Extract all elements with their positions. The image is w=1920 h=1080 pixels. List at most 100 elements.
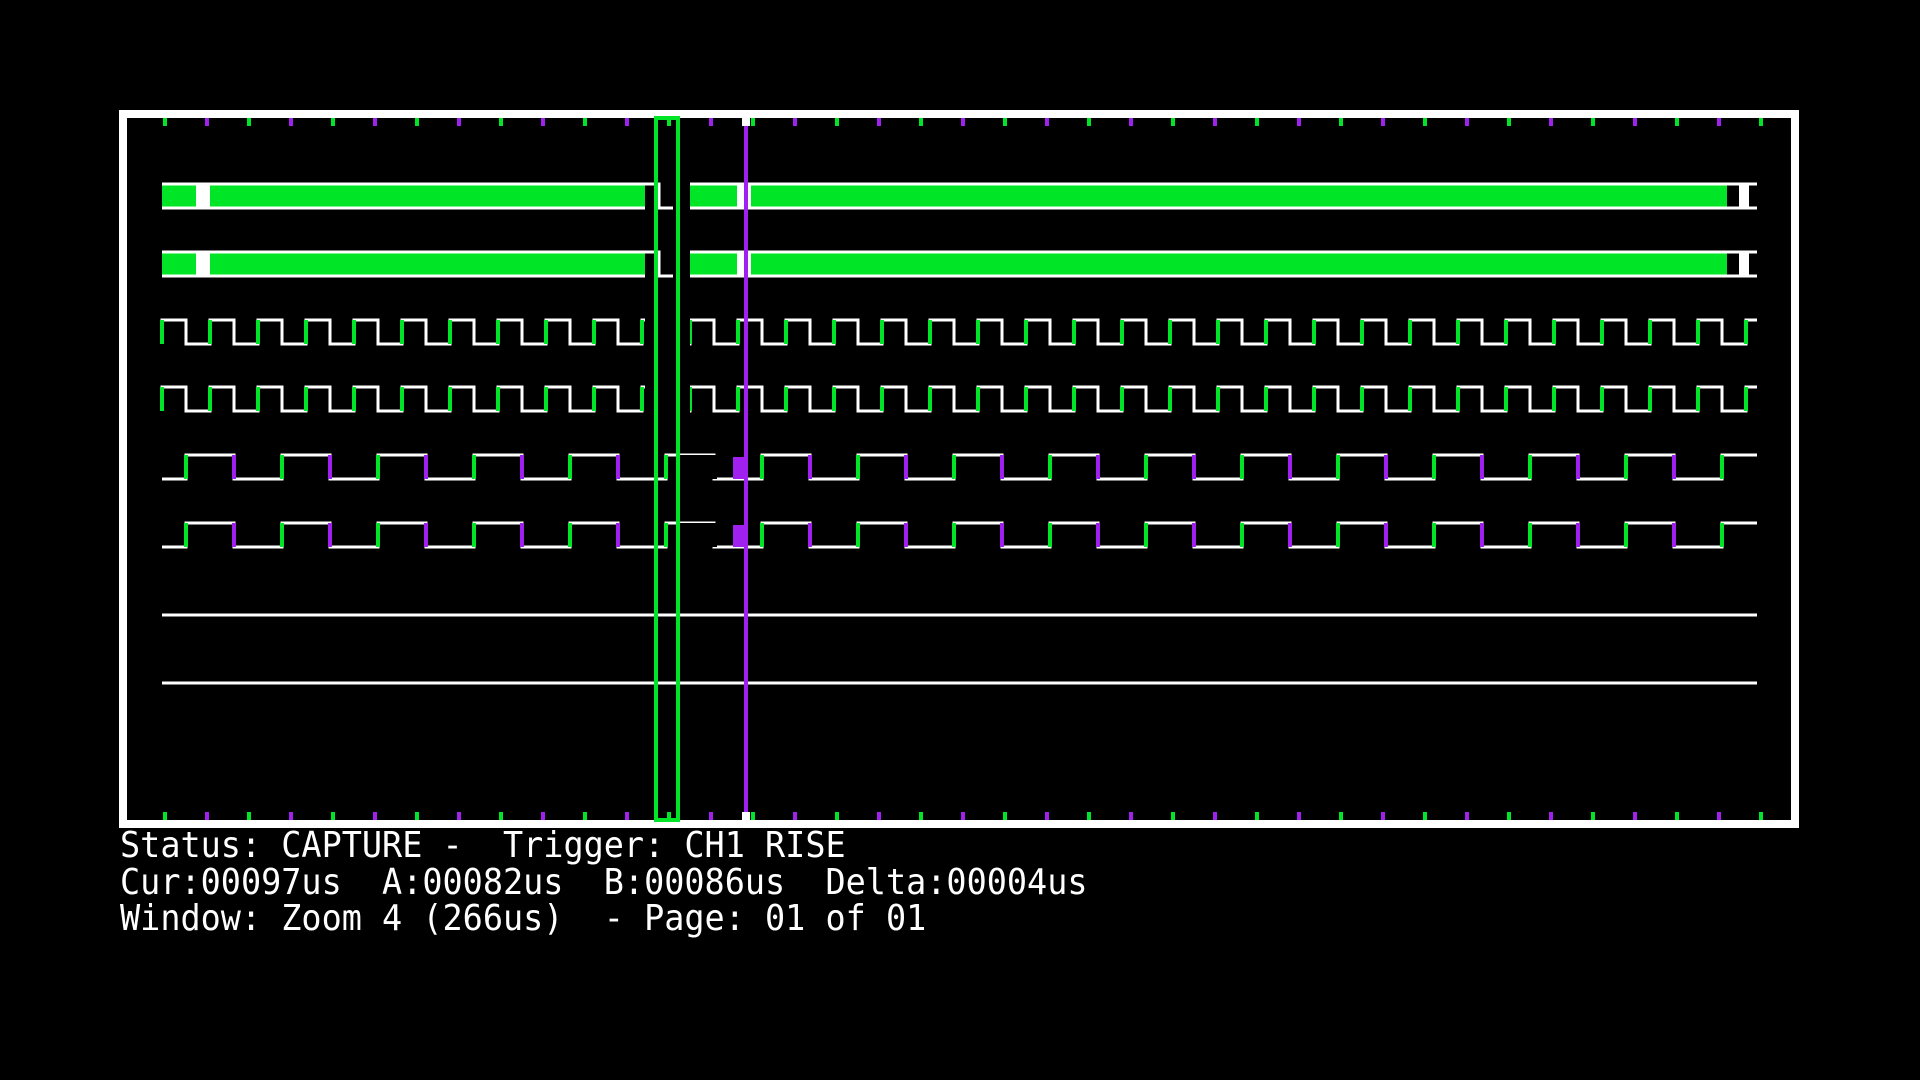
ch4-edge [832,387,836,411]
logic-analyzer-screen: Status: CAPTURE - Trigger: CH1 RISE Cur:… [0,0,1920,1080]
tick-mark-top [541,118,545,126]
tick-mark-top [919,118,923,126]
ch4-edge [496,387,500,411]
tick-mark-bottom [1045,812,1049,820]
ch5-edge [1672,455,1676,479]
ch4-edge [400,387,404,411]
tick-mark-bottom [835,812,839,820]
ch4-edge [160,387,164,411]
ch4-edge [1504,387,1508,411]
ch3-edge [1408,320,1412,344]
ch4-edge [1600,387,1604,411]
ch6-edge [856,523,860,547]
tick-mark-bottom [1759,812,1763,820]
ch3-edge [736,320,740,344]
ch6-edge [1336,523,1340,547]
tick-mark-top [961,118,965,126]
tick-mark-bottom [1171,812,1175,820]
ch6-edge [1240,523,1244,547]
tick-mark-top [1297,118,1301,126]
ch6-edge [1720,523,1724,547]
channel-traces [160,182,1757,685]
ch3-edge [1552,320,1556,344]
ch6-edge [472,523,476,547]
tick-mark-bottom [415,812,419,820]
ch4-edge [736,387,740,411]
ch5-edge [1384,455,1388,479]
ch4-edge [1120,387,1124,411]
ch4-edge [1216,387,1220,411]
tick-mark-top [289,118,293,126]
ch4-edge [1744,387,1748,411]
ch6-edge [280,523,284,547]
ch6-edge [1480,523,1484,547]
ch3-edge [1312,320,1316,344]
ch5-edge [760,455,764,479]
tick-mark-top [1717,118,1721,126]
ch3-edge [976,320,980,344]
ch5-edge [952,455,956,479]
ch5-edge [1336,455,1340,479]
tick-mark-bottom [1675,812,1679,820]
ch3-edge [544,320,548,344]
tick-mark-bottom [751,812,755,820]
ch2-bar-left [162,252,645,276]
ch2-bar-right [690,252,1727,276]
time-ticks [163,118,1763,820]
tick-mark-bottom [1213,812,1217,820]
ch5-edge [1432,455,1436,479]
ch6-edge [1000,523,1004,547]
ch4-edge [352,387,356,411]
tick-mark-bottom [1423,812,1427,820]
tick-mark-top [709,118,713,126]
ch4-edge [1696,387,1700,411]
ch5-edge [1192,455,1196,479]
ch5-edge [1048,455,1052,479]
tick-mark-top [247,118,251,126]
ch4-edge [256,387,260,411]
ch3-edge [928,320,932,344]
ch3-edge [304,320,308,344]
ch1-gap [645,182,690,210]
tick-mark-bottom [877,812,881,820]
ch4-edge [784,387,788,411]
ch4-edge [1456,387,1460,411]
ch4-edge [1072,387,1076,411]
ch6-edge [1192,523,1196,547]
ch6-wave [162,521,1757,549]
tick-mark-bottom [793,812,797,820]
ch4-edge [208,387,212,411]
ch2-marker-end [1739,252,1749,276]
ch6-edge [1048,523,1052,547]
ch3-edge [1360,320,1364,344]
ch3-edge [832,320,836,344]
ch6-edge [232,523,236,547]
ch3-edge [1216,320,1220,344]
ch4-edge [1168,387,1172,411]
ch2-marker [196,252,210,276]
ch5-edge [1576,455,1580,479]
ch5-edge [280,455,284,479]
ch5-edge [1096,455,1100,479]
ch3-edge [1072,320,1076,344]
ch4-edge [1360,387,1364,411]
ch4-edge [448,387,452,411]
ch3-edge [880,320,884,344]
tick-mark-bottom [1297,812,1301,820]
ch5-edge [1240,455,1244,479]
tick-mark-top [1129,118,1133,126]
ch3-edge [400,320,404,344]
tick-mark-bottom [289,812,293,820]
tick-mark-top [373,118,377,126]
status-window-page: Window: Zoom 4 (266us) - Page: 01 of 01 [120,898,927,939]
tick-mark-bottom [205,812,209,820]
tick-mark-top [499,118,503,126]
ch5-edge [1624,455,1628,479]
tick-mark-top [1675,118,1679,126]
ch5-edge [904,455,908,479]
ch3-edge [448,320,452,344]
status-cursor-readout: Cur:00097us A:00082us B:00086us Delta:00… [120,862,1088,903]
status-capture-trigger: Status: CAPTURE - Trigger: CH1 RISE [120,825,846,866]
tick-mark-bottom [1087,812,1091,820]
tick-mark-top [1255,118,1259,126]
